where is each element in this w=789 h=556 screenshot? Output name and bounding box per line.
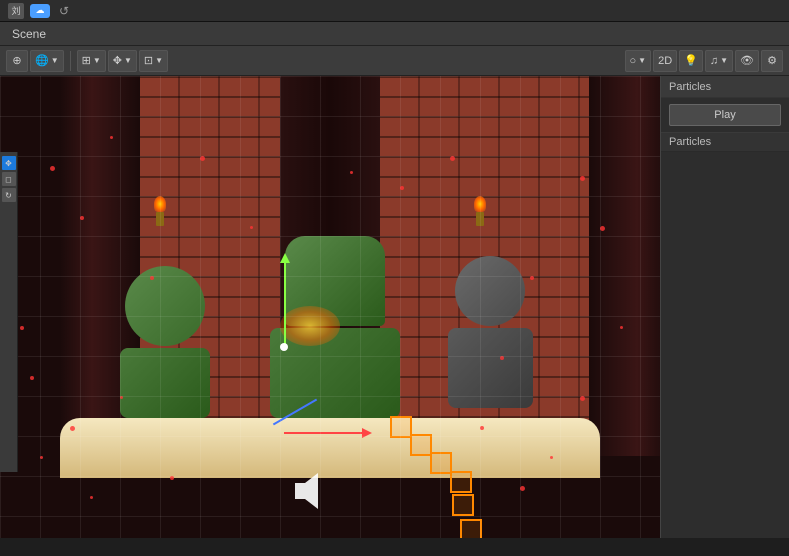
particle-dot	[110, 136, 113, 139]
orange-trail-box	[460, 519, 482, 538]
particle-dot	[30, 376, 34, 380]
sphere-button[interactable]: ○ ▼	[625, 50, 652, 72]
scene-tab[interactable]: Scene	[0, 22, 789, 46]
top-bar: 刘 ☁ ↺	[0, 0, 789, 22]
particle-dot	[170, 476, 174, 480]
orange-trail-box	[410, 434, 432, 456]
speaker-icon	[290, 471, 340, 511]
particle-dot	[70, 426, 75, 431]
scene-viewport[interactable]: ✥ ◻ ↻ Particles Play Particles Speed Ran…	[0, 76, 789, 538]
particle-dot	[120, 396, 123, 399]
effects-button[interactable]: 👁	[735, 50, 759, 72]
particle-dot	[400, 186, 404, 190]
particle-dot	[150, 276, 154, 280]
particle-dot	[50, 166, 55, 171]
particle-dot	[90, 496, 93, 499]
particle-dot	[20, 326, 24, 330]
char-head-left	[125, 266, 205, 346]
particle-dot	[580, 176, 585, 181]
audio-button[interactable]: ♫ ▼	[705, 50, 733, 72]
orange-trail-box	[452, 494, 474, 516]
particle-dot	[200, 156, 205, 161]
left-toolbar: ✥ ◻ ↻	[0, 152, 18, 472]
particle-dot	[620, 326, 623, 329]
particle-dot	[520, 486, 525, 491]
globe-button[interactable]: 🌐 ▼	[30, 50, 64, 72]
move-button[interactable]: ⊞ ▼	[77, 50, 106, 72]
particle-dot	[580, 396, 585, 401]
toolbar-transform-group: ⊞ ▼ ✥ ▼ ⊡ ▼	[77, 50, 168, 72]
torch-flame-right	[474, 196, 486, 212]
torch-body-left	[156, 212, 164, 226]
main-toolbar: ⊕ 🌐 ▼ ⊞ ▼ ✥ ▼ ⊡ ▼ ○ ▼ 2D 💡	[0, 46, 789, 76]
particle-dot	[480, 426, 484, 430]
particle-dot	[250, 226, 253, 229]
center-button[interactable]: ⊕	[6, 50, 28, 72]
particle-dot	[350, 171, 353, 174]
settings-button[interactable]: ⚙	[761, 50, 783, 72]
orange-trail-box	[450, 471, 472, 493]
y-axis-arrow	[284, 261, 286, 346]
tool-select[interactable]: ◻	[2, 172, 16, 186]
play-button[interactable]: Play	[669, 104, 781, 126]
particle-dot	[80, 216, 84, 220]
2d-button[interactable]: 2D	[653, 50, 677, 72]
cloud-icon[interactable]: ☁	[30, 4, 50, 18]
orange-trail-box	[430, 452, 452, 474]
particle-dot	[530, 276, 534, 280]
particle-dot	[500, 356, 504, 360]
character-right	[440, 256, 540, 416]
character-left	[110, 266, 220, 416]
torch-flame-left	[154, 196, 166, 212]
rotate-button[interactable]: ⊡ ▼	[139, 50, 168, 72]
toolbar-right-group: ○ ▼ 2D 💡 ♫ ▼ 👁 ⚙	[625, 50, 783, 72]
torch-left	[150, 196, 170, 226]
light-button[interactable]: 💡	[679, 50, 703, 72]
char-body-right	[448, 328, 533, 408]
particle-dot	[450, 156, 455, 161]
right-panel: Particles Play Particles Speed Range Sho…	[660, 76, 789, 538]
char-head-right	[455, 256, 525, 326]
impact-effect	[280, 306, 340, 346]
user-icon: 刘	[8, 3, 24, 19]
x-axis-arrow	[284, 432, 364, 434]
pillar-right	[589, 76, 669, 456]
refresh-icon[interactable]: ↺	[56, 3, 72, 19]
separator-1	[70, 51, 71, 71]
torch-right	[470, 196, 490, 226]
torch-body-right	[476, 212, 484, 226]
particle-dot	[550, 456, 553, 459]
char-body-left	[120, 348, 210, 418]
panel-header: Particles	[661, 76, 789, 98]
tool-move[interactable]: ✥	[2, 156, 16, 170]
orange-trail-box	[390, 416, 412, 438]
particle-dot	[600, 226, 605, 231]
characters-group	[110, 236, 540, 446]
char-body-center	[270, 328, 400, 418]
particles-section-header: Particles	[661, 132, 789, 152]
transform-origin-point	[280, 343, 288, 351]
scale-button[interactable]: ✥ ▼	[108, 50, 137, 72]
tool-rotate[interactable]: ↻	[2, 188, 16, 202]
toolbar-left-group: ⊕ 🌐 ▼	[6, 50, 64, 72]
particle-dot	[40, 456, 43, 459]
